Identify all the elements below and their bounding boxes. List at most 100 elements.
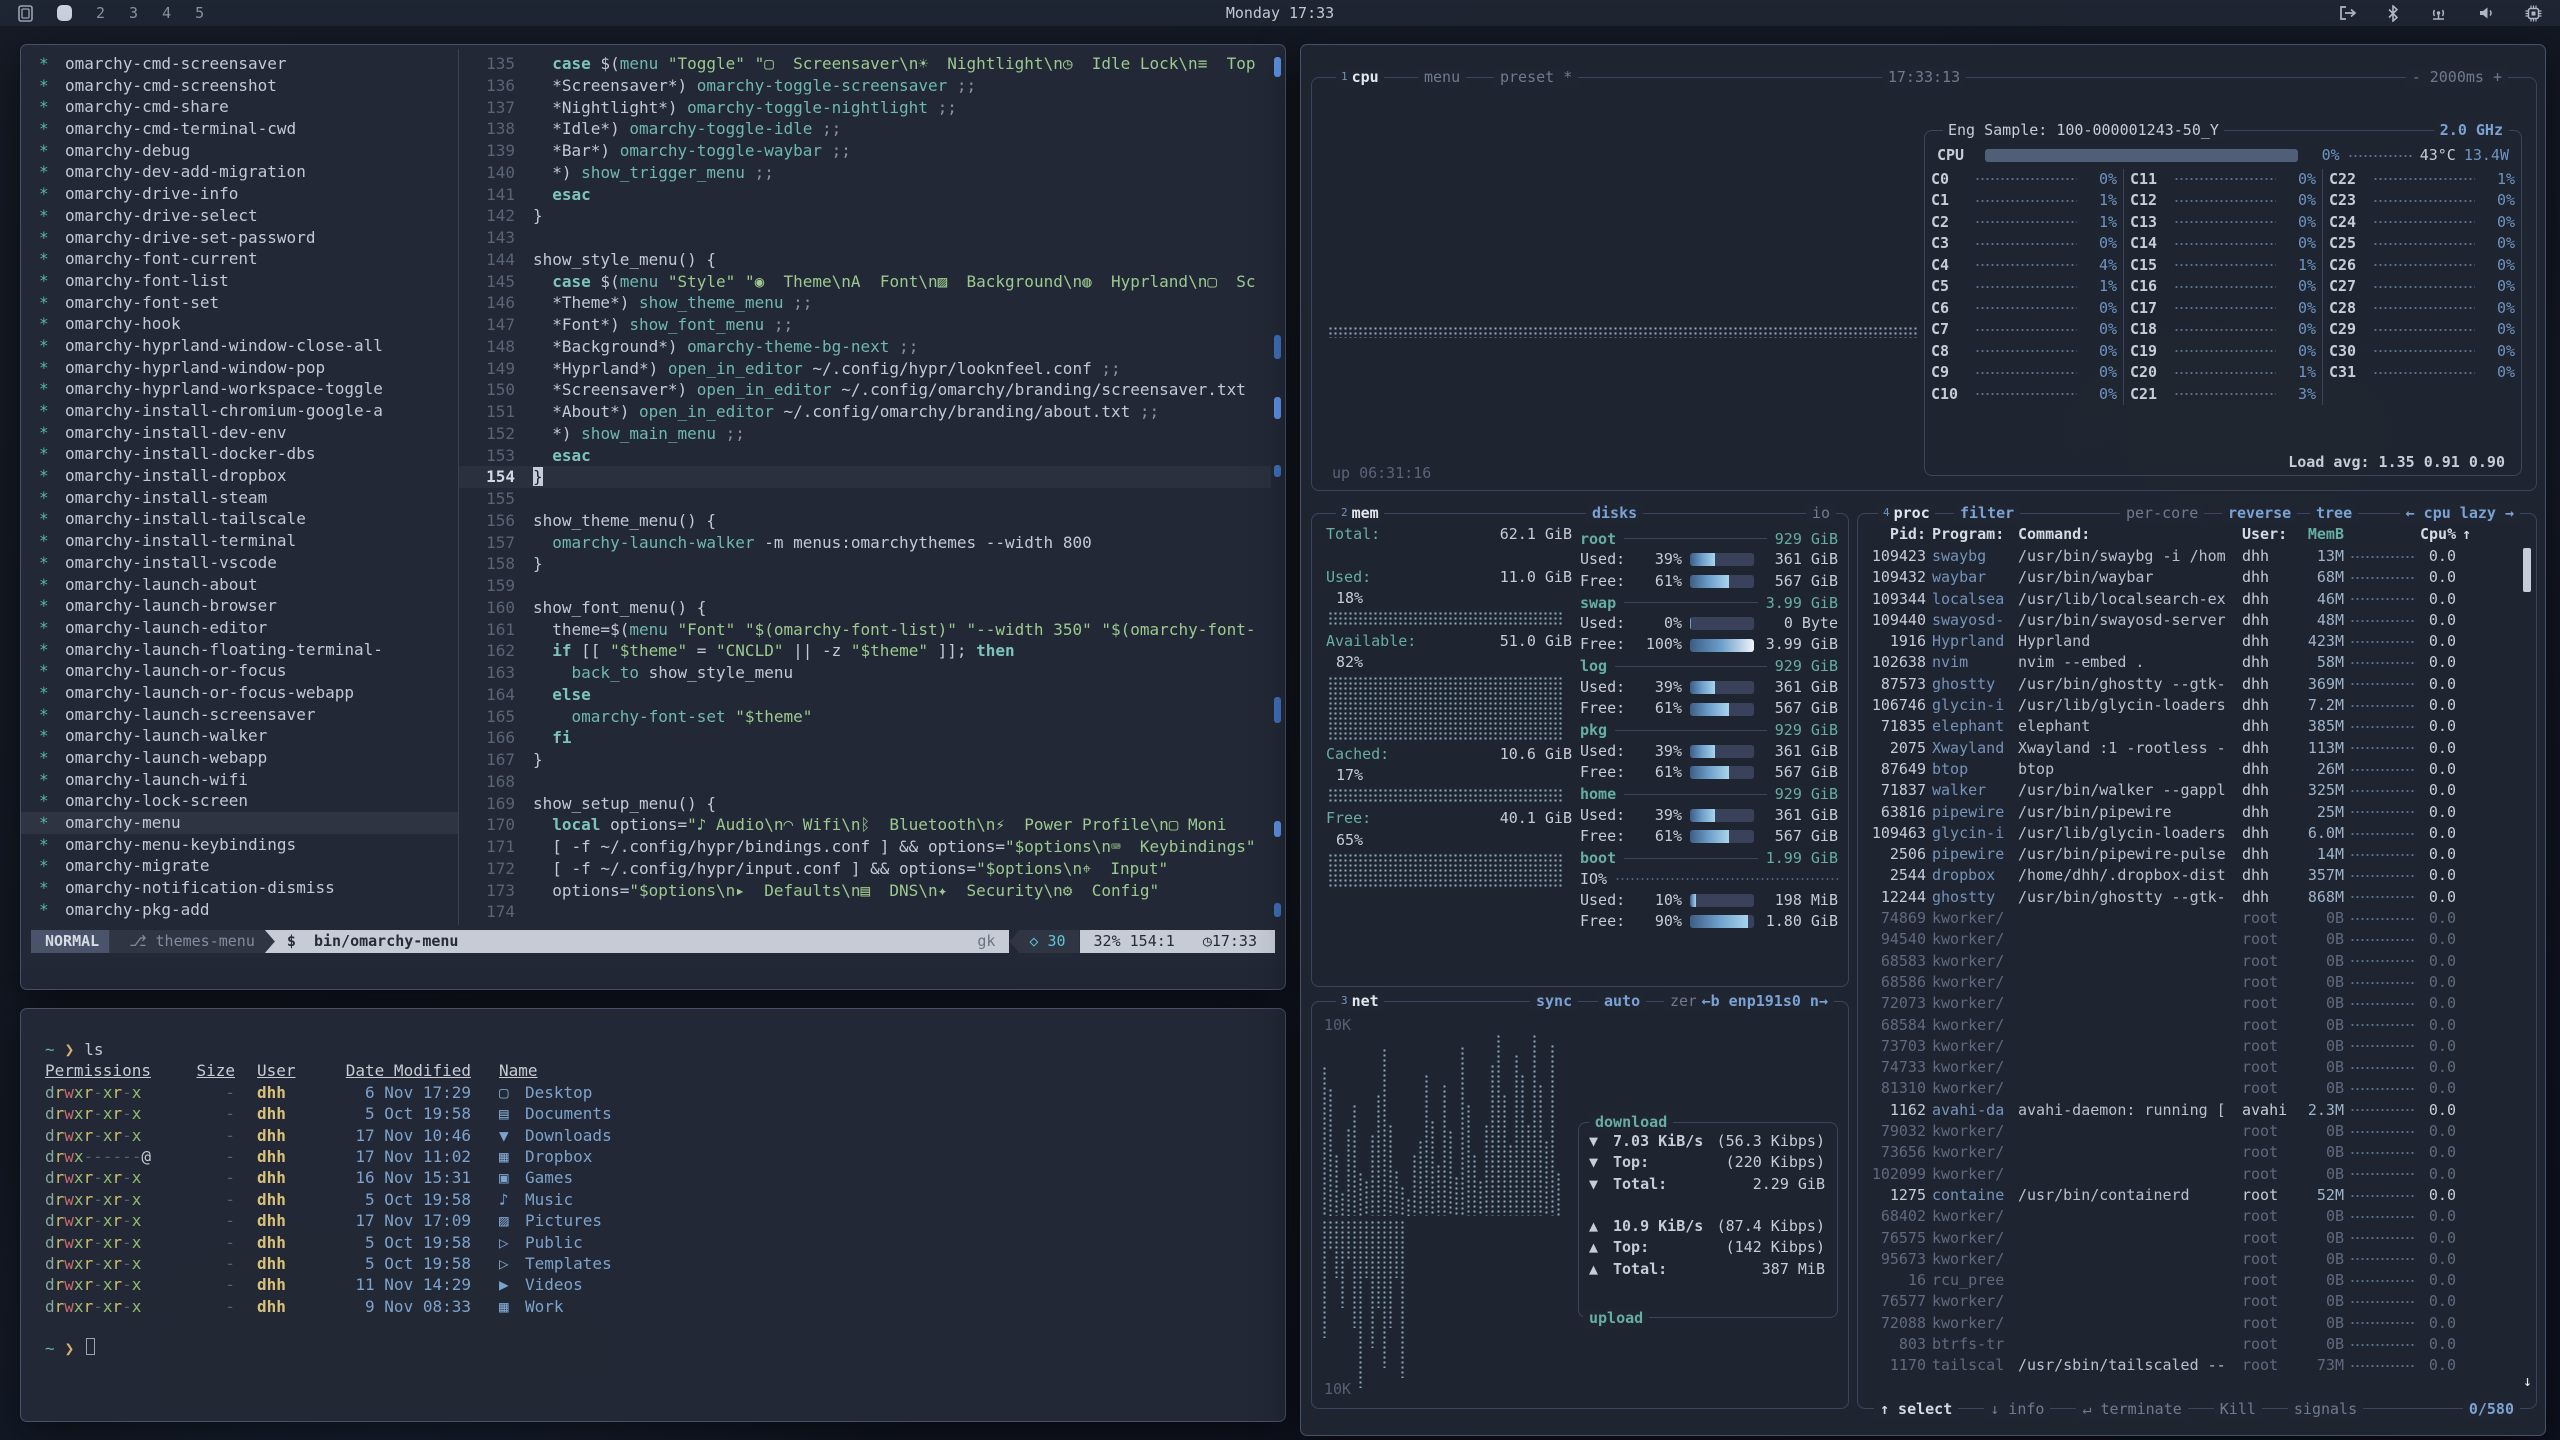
process-row[interactable]: 68584 kworker/ root 0B 0.0 (1858, 1015, 2522, 1036)
process-row[interactable]: 76577 kworker/ root 0B 0.0 (1858, 1291, 2522, 1312)
entry[interactable]: ▶Videos (499, 1274, 583, 1295)
logout-icon[interactable] (2339, 5, 2357, 21)
net-panel-title[interactable]: 3net (1336, 991, 1384, 1011)
disks-tab[interactable]: disks (1586, 503, 1643, 523)
file-list-item[interactable]: *omarchy-menu-keybindings (21, 834, 458, 856)
process-row[interactable]: 109463 glycin-i /usr/lib/glycin-loaders … (1858, 823, 2522, 844)
percore-tab[interactable]: per-core (2120, 503, 2204, 523)
file-list-item[interactable]: *omarchy-launch-webapp (21, 747, 458, 769)
file-list-item[interactable]: *omarchy-install-vscode (21, 552, 458, 574)
entry[interactable]: ♪Music (499, 1189, 573, 1210)
reverse-tab[interactable]: reverse (2222, 503, 2297, 523)
process-row[interactable]: 16 rcu_pree root 0B 0.0 (1858, 1270, 2522, 1291)
entry[interactable]: ▤Documents (499, 1103, 612, 1124)
kill-action[interactable]: Kill (2214, 1399, 2262, 1419)
sync-tab[interactable]: sync (1530, 991, 1578, 1011)
entry[interactable]: ▷Templates (499, 1253, 612, 1274)
process-row[interactable]: 73656 kworker/ root 0B 0.0 (1858, 1142, 2522, 1163)
process-row[interactable]: 2506 pipewire /usr/bin/pipewire-pulse dh… (1858, 844, 2522, 865)
file-list-item[interactable]: *omarchy-drive-set-password (21, 227, 458, 249)
signals-action[interactable]: signals (2288, 1399, 2363, 1419)
process-row[interactable]: 106746 glycin-i /usr/lib/glycin-loaders … (1858, 695, 2522, 716)
file-list-item[interactable]: *omarchy-launch-browser (21, 595, 458, 617)
process-row[interactable]: 1162 avahi-da avahi-daemon: running [ av… (1858, 1100, 2522, 1121)
file-list-item[interactable]: *omarchy-install-tailscale (21, 508, 458, 530)
process-row[interactable]: 68583 kworker/ root 0B 0.0 (1858, 951, 2522, 972)
file-list-item[interactable]: *omarchy-hyprland-window-pop (21, 357, 458, 379)
file-list-item[interactable]: *omarchy-hyprland-window-close-all (21, 335, 458, 357)
scroll-down-icon[interactable]: ↓ (2523, 1372, 2532, 1390)
process-row[interactable]: 76575 kworker/ root 0B 0.0 (1858, 1228, 2522, 1249)
file-list-item[interactable]: *omarchy-hook (21, 313, 458, 335)
process-row[interactable]: 79032 kworker/ root 0B 0.0 (1858, 1121, 2522, 1142)
file-list-item[interactable]: *omarchy-launch-screensaver (21, 704, 458, 726)
file-list-item[interactable]: *omarchy-migrate (21, 855, 458, 877)
scrollbar-mark[interactable] (1274, 397, 1281, 419)
process-row[interactable]: 87573 ghostty /usr/bin/ghostty --gtk- dh… (1858, 674, 2522, 695)
process-row[interactable]: 68402 kworker/ root 0B 0.0 (1858, 1206, 2522, 1227)
file-list-item[interactable]: *omarchy-cmd-screensaver (21, 53, 458, 75)
update-interval[interactable]: - 2000ms + (2406, 67, 2508, 87)
terminate-action[interactable]: ↵ terminate (2076, 1399, 2187, 1419)
bluetooth-icon[interactable] (2387, 5, 2399, 22)
entry[interactable]: ▦Work (499, 1296, 564, 1317)
process-row[interactable]: 81310 kworker/ root 0B 0.0 (1858, 1078, 2522, 1099)
proc-scrollbar[interactable] (2523, 548, 2531, 592)
process-row[interactable]: 95673 kworker/ root 0B 0.0 (1858, 1249, 2522, 1270)
file-list-item[interactable]: *omarchy-drive-info (21, 183, 458, 205)
process-row[interactable]: 94540 kworker/ root 0B 0.0 (1858, 929, 2522, 950)
terminal-window[interactable]: ~❯ls Permissions Size User Date Modified… (20, 1008, 1286, 1422)
scrollbar-mark[interactable] (1274, 903, 1281, 917)
file-list-item[interactable]: *omarchy-dev-add-migration (21, 161, 458, 183)
scrollbar-mark[interactable] (1274, 465, 1281, 477)
scrollbar-mark[interactable] (1274, 697, 1281, 723)
file-list-item[interactable]: *omarchy-debug (21, 140, 458, 162)
auto-tab[interactable]: auto (1598, 991, 1646, 1011)
process-row[interactable]: 87649 btop btop dhh 26M 0.0 (1858, 759, 2522, 780)
entry[interactable]: ▦Dropbox (499, 1146, 592, 1167)
process-row[interactable]: 1916 Hyprland Hyprland dhh 423M 0.0 (1858, 631, 2522, 652)
file-list-item[interactable]: *omarchy-cmd-screenshot (21, 75, 458, 97)
cpu-icon[interactable] (2525, 5, 2542, 22)
file-list-item[interactable]: *omarchy-font-list (21, 270, 458, 292)
process-row[interactable]: 1170 tailscal /usr/sbin/tailscaled -- ro… (1858, 1355, 2522, 1376)
file-list-item[interactable]: *omarchy-launch-editor (21, 617, 458, 639)
file-list-item[interactable]: *omarchy-cmd-terminal-cwd (21, 118, 458, 140)
process-row[interactable]: 2544 dropbox /home/dhh/.dropbox-dist dhh… (1858, 865, 2522, 886)
process-row[interactable]: 102638 nvim nvim --embed . dhh 58M 0.0 (1858, 652, 2522, 673)
menu-tab[interactable]: menu (1418, 67, 1466, 87)
file-list-item[interactable]: *omarchy-install-steam (21, 487, 458, 509)
file-list-item[interactable]: *omarchy-install-terminal (21, 530, 458, 552)
proc-header[interactable]: Pid: Program: Command: User: MemB Cpu% ↑ (1858, 524, 2536, 545)
file-list-item[interactable]: *omarchy-launch-floating-terminal- (21, 639, 458, 661)
volume-icon[interactable] (2478, 5, 2495, 21)
process-row[interactable]: 72073 kworker/ root 0B 0.0 (1858, 993, 2522, 1014)
process-row[interactable]: 71837 walker /usr/bin/walker --gappl dhh… (1858, 780, 2522, 801)
process-row[interactable]: 109432 waybar /usr/bin/waybar dhh 68M 0.… (1858, 567, 2522, 588)
process-row[interactable]: 68586 kworker/ root 0B 0.0 (1858, 972, 2522, 993)
file-list-item[interactable]: *omarchy-install-chromium-google-a (21, 400, 458, 422)
process-row[interactable]: 1275 containe /usr/bin/containerd root 5… (1858, 1185, 2522, 1206)
process-row[interactable]: 74869 kworker/ root 0B 0.0 (1858, 908, 2522, 929)
file-list-item[interactable]: *omarchy-notification-dismiss (21, 877, 458, 899)
process-list[interactable]: 109423 swaybg /usr/bin/swaybg -i /hom dh… (1858, 546, 2522, 1392)
process-row[interactable]: 74733 kworker/ root 0B 0.0 (1858, 1057, 2522, 1078)
file-list-item[interactable]: *omarchy-lock-screen (21, 790, 458, 812)
cpu-panel-title[interactable]: 1cpu (1336, 67, 1384, 87)
scrollbar-mark[interactable] (1274, 821, 1281, 837)
mem-panel-title[interactable]: 2mem (1336, 503, 1384, 523)
select-action[interactable]: ↑ select (1874, 1399, 1958, 1419)
io-tab[interactable]: io (1806, 503, 1836, 523)
process-row[interactable]: 109344 localsea /usr/lib/localsearch-ex … (1858, 589, 2522, 610)
file-list-item[interactable]: *omarchy-install-docker-dbs (21, 443, 458, 465)
file-list-item[interactable]: *omarchy-launch-or-focus-webapp (21, 682, 458, 704)
file-list-item[interactable]: *omarchy-launch-or-focus (21, 660, 458, 682)
file-list-item[interactable]: *omarchy-pkg-add (21, 899, 458, 921)
process-row[interactable]: 73703 kworker/ root 0B 0.0 (1858, 1036, 2522, 1057)
process-row[interactable]: 109423 swaybg /usr/bin/swaybg -i /hom dh… (1858, 546, 2522, 567)
entry[interactable]: ▷Public (499, 1232, 583, 1253)
code-pane[interactable]: 135 case $(menu "Toggle" "▢ Screensaver\… (459, 53, 1271, 929)
file-list-item[interactable]: *omarchy-launch-walker (21, 725, 458, 747)
info-action[interactable]: ↓ info (1984, 1399, 2050, 1419)
proc-panel-title[interactable]: 4proc (1878, 503, 1935, 523)
